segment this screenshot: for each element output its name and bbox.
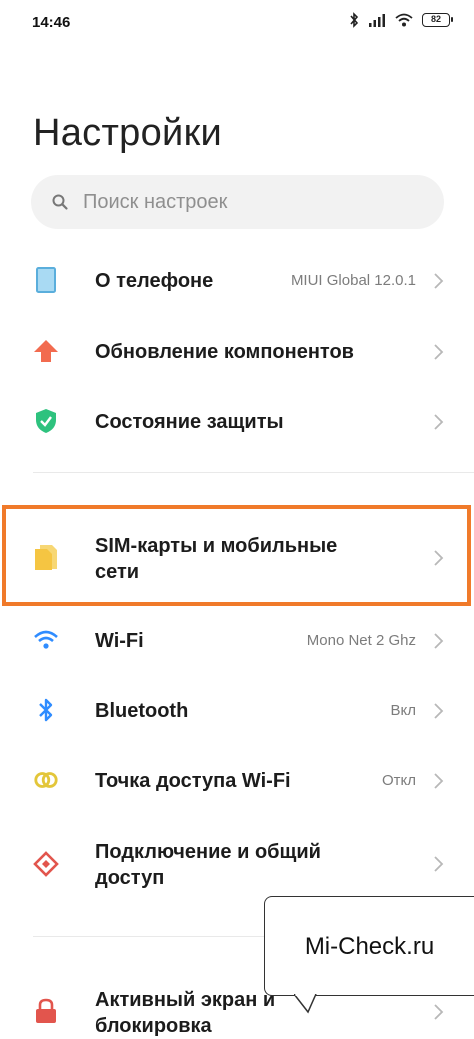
watermark-text: Mi-Check.ru	[304, 933, 435, 960]
chevron-right-icon	[434, 703, 444, 719]
chevron-right-icon	[434, 633, 444, 649]
settings-item-value: Вкл	[390, 702, 417, 719]
chevron-right-icon	[434, 773, 444, 789]
settings-item-bluetooth[interactable]: Bluetooth Вкл	[0, 697, 474, 725]
shield-check-icon	[33, 408, 59, 434]
settings-item-label: Wi-Fi	[95, 630, 144, 652]
bluetooth-status-icon	[350, 12, 359, 28]
settings-item-label: Состояние защиты	[95, 411, 284, 433]
chevron-right-icon	[434, 1004, 444, 1020]
watermark-bubble: Mi-Check.ru	[264, 896, 474, 996]
update-arrow-icon	[33, 338, 59, 364]
wifi-status-icon	[395, 13, 413, 27]
settings-item-about-phone[interactable]: О телефоне MIUI Global 12.0.1	[0, 267, 474, 295]
status-time: 14:46	[32, 14, 71, 31]
settings-item-label: О телефоне	[95, 270, 214, 292]
settings-item-label: Точка доступа Wi-Fi	[95, 770, 291, 792]
settings-item-label-line1: SIM-карты и мобильные	[95, 535, 338, 557]
settings-item-label: Обновление компонентов	[95, 341, 354, 363]
settings-item-wifi[interactable]: Wi-Fi Mono Net 2 Ghz	[0, 627, 474, 655]
settings-item-label-line2: сети	[95, 561, 140, 583]
bluetooth-icon	[33, 697, 59, 723]
chevron-right-icon	[434, 273, 444, 289]
settings-item-label-line2: блокировка	[95, 1015, 212, 1037]
search-icon	[52, 194, 68, 210]
chevron-right-icon	[434, 414, 444, 430]
search-bar[interactable]	[31, 175, 444, 229]
hotspot-icon	[33, 767, 59, 793]
settings-item-label-line1: Подключение и общий	[95, 841, 321, 863]
search-input[interactable]	[83, 190, 403, 214]
section-divider	[33, 472, 474, 473]
battery-icon: 82	[422, 13, 453, 27]
battery-level: 82	[430, 14, 441, 24]
chevron-right-icon	[434, 550, 444, 566]
lock-icon	[33, 998, 59, 1024]
settings-item-hotspot[interactable]: Точка доступа Wi-Fi Откл	[0, 767, 474, 795]
wifi-icon	[33, 627, 59, 653]
connection-sharing-icon	[33, 851, 59, 877]
page-title: Настройки	[33, 112, 223, 154]
settings-item-value: Откл	[381, 772, 416, 789]
settings-item-connection-sharing[interactable]: Подключение и общий доступ	[0, 838, 474, 892]
settings-item-sim-cards[interactable]: SIM-карты и мобильные сети	[0, 532, 474, 586]
settings-item-label-line2: доступ	[95, 867, 165, 889]
settings-item-label: Bluetooth	[95, 700, 189, 722]
status-icons: 82	[349, 12, 453, 28]
settings-item-value: MIUI Global 12.0.1	[290, 272, 416, 289]
bubble-tail	[294, 994, 317, 1014]
settings-item-value: Mono Net 2 Ghz	[306, 632, 416, 649]
phone-icon	[33, 267, 59, 293]
signal-icon	[369, 14, 385, 27]
settings-item-security-status[interactable]: Состояние защиты	[0, 408, 474, 436]
chevron-right-icon	[434, 856, 444, 872]
settings-item-label-line1: Активный экран и	[95, 989, 276, 1011]
status-bar: 14:46 82	[0, 0, 474, 44]
settings-item-update-components[interactable]: Обновление компонентов	[0, 338, 474, 366]
sim-card-icon	[33, 544, 59, 570]
chevron-right-icon	[434, 344, 444, 360]
